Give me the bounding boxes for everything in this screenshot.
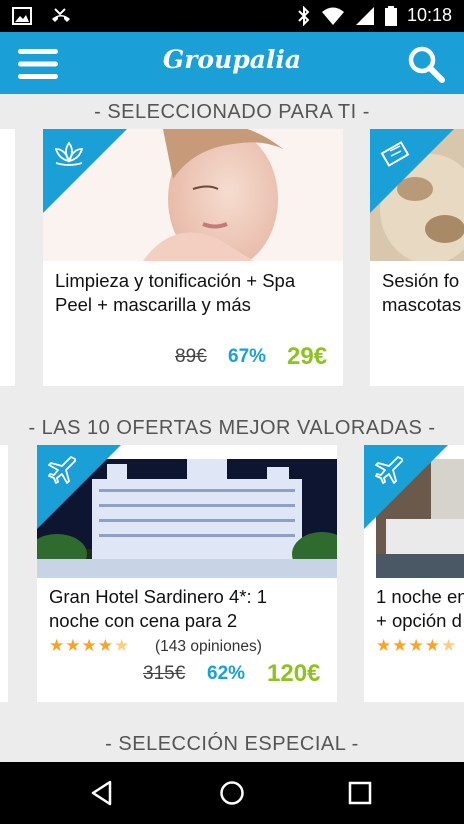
offer-title-line: mascotas xyxy=(382,294,462,315)
offer-card-partial-right[interactable]: Sesión fo mascotas xyxy=(370,129,464,386)
missed-call-icon xyxy=(52,8,70,22)
offer-title-line: + opción d xyxy=(376,610,462,631)
home-icon[interactable] xyxy=(218,779,246,807)
image-notification-icon xyxy=(12,7,32,25)
section-title-top-rated: - LAS 10 OFERTAS MEJOR VALORADAS - xyxy=(28,417,436,439)
app-bar: Groupalia xyxy=(0,32,464,94)
offer-title: Limpieza y tonificación + Spa Peel + mas… xyxy=(55,269,340,317)
back-icon[interactable] xyxy=(88,779,116,807)
offer-card-partial-right[interactable]: 1 noche en + opción d ★★★★★ xyxy=(364,445,464,702)
offer-price: 29€ xyxy=(287,343,328,370)
offer-card-partial-left[interactable] xyxy=(0,445,8,702)
section-title-featured: - SELECCIONADO PARA TI - xyxy=(94,101,370,123)
system-nav-bar xyxy=(0,762,464,824)
status-bar: 10:18 xyxy=(0,0,464,32)
original-price: 315€ xyxy=(143,663,186,684)
clock: 10:18 xyxy=(406,5,452,25)
offer-price: 120€ xyxy=(267,660,321,687)
plane-icon xyxy=(375,456,403,484)
offer-title-line: Sesión fo xyxy=(382,270,460,291)
star-rating: ★★★★★ xyxy=(376,636,458,655)
offer-title-line: Limpieza y tonificación + Spa xyxy=(55,270,296,291)
offer-title: Sesión fo mascotas xyxy=(382,269,464,317)
original-price: 89€ xyxy=(175,346,207,367)
wifi-icon xyxy=(321,7,344,25)
signal-icon xyxy=(355,6,374,25)
discount-percent: 67% xyxy=(228,346,267,367)
offer-title: Gran Hotel Sardinero 4*: 1 noche con cen… xyxy=(49,585,334,633)
search-icon[interactable] xyxy=(406,44,446,84)
plane-icon xyxy=(48,456,76,484)
offer-title-line: Gran Hotel Sardinero 4*: 1 xyxy=(49,586,268,607)
ticket-icon xyxy=(380,141,410,167)
recents-icon[interactable] xyxy=(347,780,373,806)
bluetooth-icon xyxy=(298,5,310,26)
app-logo: Groupalia xyxy=(162,45,302,74)
discount-percent: 62% xyxy=(207,663,246,684)
review-count: (143 opiniones) xyxy=(155,638,262,655)
offer-title: 1 noche en + opción d xyxy=(376,585,464,633)
offer-card[interactable]: Limpieza y tonificación + Spa Peel + mas… xyxy=(43,129,343,386)
offer-title-line: 1 noche en xyxy=(376,586,464,607)
battery-icon xyxy=(384,5,397,26)
offer-card-partial-left[interactable] xyxy=(0,129,15,386)
offer-title-line: Peel + mascarilla y más xyxy=(55,294,251,315)
offer-title-line: noche con cena para 2 xyxy=(49,610,238,631)
star-rating: ★★★★★ xyxy=(49,636,131,655)
lotus-icon xyxy=(54,141,84,166)
offer-card[interactable]: Gran Hotel Sardinero 4*: 1 noche con cen… xyxy=(37,445,337,702)
section-title-special: - SELECCIÓN ESPECIAL - xyxy=(105,733,359,755)
